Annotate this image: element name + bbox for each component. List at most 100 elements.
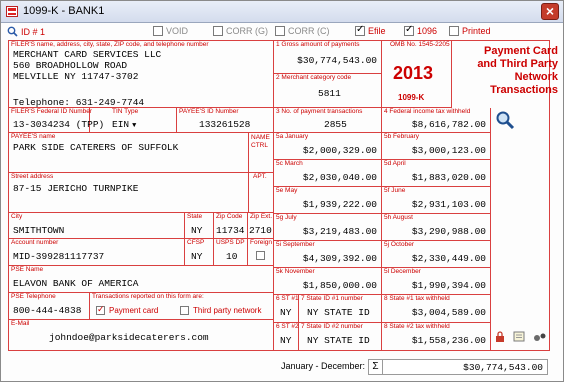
filer-caption: FILER'S name, address, city, state, ZIP …	[11, 41, 209, 48]
tin-type-select[interactable]: TIN Type EIN ▼	[90, 108, 177, 133]
month-field[interactable]: 5f June $2,931,103.00	[382, 187, 491, 214]
third-party-checkbox[interactable]	[180, 306, 189, 315]
apt-caption: APT.	[253, 173, 267, 180]
title-bar: 1099-K - BANK1 ×	[1, 1, 563, 23]
side-title-line4: Transactions	[490, 84, 558, 96]
chevron-down-icon[interactable]: ▼	[132, 122, 136, 130]
state-id-field[interactable]: 7 State ID #2 number NY STATE ID	[299, 323, 382, 351]
app-icon	[6, 6, 18, 17]
state-code-field[interactable]: 6 ST #1 NY	[274, 295, 299, 323]
city-field[interactable]: City SMITHTOWN	[9, 213, 185, 239]
filer-line2: 560 BROADHOLLOW ROAD	[13, 60, 128, 71]
search-icon[interactable]	[7, 26, 18, 37]
street-field[interactable]: Street address 87-15 JERICHO TURNPIKE	[9, 173, 249, 213]
efile-checkbox[interactable]	[355, 24, 365, 36]
month-field[interactable]: 5k November $1,850,000.00	[274, 268, 382, 295]
email-field[interactable]: E-Mail johndoe@parksidecaterers.com	[9, 320, 274, 351]
month-value: $3,219,483.00	[302, 226, 377, 237]
pse-name-field[interactable]: PSE Name ELAVON BANK OF AMERICA	[9, 266, 274, 293]
street-value: 87-15 JERICHO TURNPIKE	[13, 183, 139, 194]
merchant-category-field[interactable]: 2 Merchant category code 5811	[274, 74, 382, 108]
month-field[interactable]: 5i September $4,309,392.00	[274, 241, 382, 268]
foreign-checkbox[interactable]	[256, 251, 265, 260]
month-field[interactable]: 5h August $3,290,988.00	[382, 214, 491, 241]
cfsp-value: NY	[191, 251, 203, 262]
zip-field[interactable]: Zip Code 11734	[214, 213, 248, 239]
filer-block[interactable]: FILER'S name, address, city, state, ZIP …	[9, 41, 274, 108]
state-value: NY	[191, 225, 203, 236]
payment-transactions-field[interactable]: 3 No. of payment transactions 2855	[274, 108, 382, 133]
usps-dp-field[interactable]: USPS DP 10	[214, 239, 248, 266]
street-caption: Street address	[11, 173, 54, 180]
lock-icon[interactable]	[494, 331, 506, 343]
corr-g-toggle[interactable]: CORR (G)	[213, 26, 268, 36]
month-field[interactable]: 5b February $3,000,123.00	[382, 133, 491, 160]
cfsp-field[interactable]: CFSP NY	[185, 239, 214, 266]
state-id-field[interactable]: 7 State ID #1 number NY STATE ID	[299, 295, 382, 323]
payee-name-caption: PAYEE'S name	[11, 133, 56, 140]
federal-tax-withheld-field[interactable]: 4 Federal income tax withheld $8,616,782…	[382, 108, 491, 133]
printed-checkbox[interactable]	[449, 26, 459, 36]
account-caption: Account number	[11, 239, 59, 246]
printed-toggle[interactable]: Printed	[449, 26, 491, 36]
zip-ext-field[interactable]: Zip Ext. 2710	[248, 213, 274, 239]
payment-transactions-value: 2855	[324, 119, 347, 130]
third-party-option[interactable]: Third party network	[180, 306, 261, 315]
form1096-toggle[interactable]: 1096	[404, 24, 437, 36]
month-field[interactable]: 5d April $1,883,020.00	[382, 160, 491, 187]
form1096-checkbox[interactable]	[404, 24, 414, 36]
corr-g-checkbox[interactable]	[213, 26, 223, 36]
month-field[interactable]: 5e May $1,939,222.00	[274, 187, 382, 214]
void-checkbox[interactable]	[153, 26, 163, 36]
efile-toggle[interactable]: Efile	[355, 24, 386, 36]
note-icon[interactable]	[513, 331, 526, 343]
month-field[interactable]: 5g July $3,219,483.00	[274, 214, 382, 241]
state-code-value: NY	[280, 335, 292, 346]
tax-year: 2013	[393, 63, 434, 83]
corr-c-checkbox[interactable]	[275, 26, 285, 36]
footer-bar: January - December: Σ $30,774,543.00	[1, 353, 563, 381]
month-field[interactable]: 5c March $2,030,040.00	[274, 160, 382, 187]
payment-card-label: Payment card	[109, 306, 159, 315]
month-field[interactable]: 5j October $2,330,449.00	[382, 241, 491, 268]
payee-name-field[interactable]: PAYEE'S name PARK SIDE CATERERS OF SUFFO…	[9, 133, 249, 173]
month-value: $1,850,000.00	[302, 280, 377, 291]
tools-icon[interactable]	[533, 331, 547, 343]
foreign-field[interactable]: Foreign	[248, 239, 274, 266]
state-tax-withheld-field[interactable]: 8 State #1 tax withheld $3,004,589.00	[382, 295, 491, 323]
state-id-value: NY STATE ID	[307, 335, 370, 346]
month-value: $2,931,103.00	[411, 199, 486, 210]
state-field[interactable]: State NY	[185, 213, 214, 239]
void-toggle[interactable]: VOID	[153, 26, 188, 36]
payment-card-checkbox[interactable]	[96, 304, 105, 315]
state-code-caption: 6 ST #2	[276, 323, 299, 330]
state-tax-withheld-value: $1,558,236.00	[411, 335, 486, 346]
filer-tin-field[interactable]: FILER'S Federal ID Number 13-3034234 (TP…	[9, 108, 104, 133]
federal-tax-withheld-value: $8,616,782.00	[411, 119, 486, 130]
state-caption: State	[187, 213, 203, 220]
pse-phone-field[interactable]: PSE Telephone 800-444-4838	[9, 293, 90, 320]
state-tax-withheld-field[interactable]: 8 State #2 tax withheld $1,558,236.00	[382, 323, 491, 351]
month-field[interactable]: 5l December $1,990,394.00	[382, 268, 491, 295]
name-ctrl-field[interactable]: NAME CTRL	[249, 133, 274, 173]
total-label: January - December:	[281, 361, 366, 371]
gross-payments-field[interactable]: 1 Gross amount of payments $30,774,543.0…	[274, 41, 382, 74]
state-code-field[interactable]: 6 ST #2 NY	[274, 323, 299, 351]
apt-field[interactable]: APT.	[249, 173, 274, 213]
close-button[interactable]: ×	[541, 3, 559, 20]
corr-c-toggle[interactable]: CORR (C)	[275, 26, 330, 36]
month-value: $1,883,020.00	[411, 172, 486, 183]
state-tax-withheld-caption: 8 State #2 tax withheld	[384, 323, 450, 330]
state-code-value: NY	[280, 307, 292, 318]
month-caption: 5a January	[276, 133, 309, 140]
account-field[interactable]: Account number MID-399281117737	[9, 239, 185, 266]
month-value: $4,309,392.00	[302, 253, 377, 264]
toolbar: ID # 1 VOID CORR (G) CORR (C) Efile 1096…	[1, 23, 563, 40]
month-field[interactable]: 5a January $2,000,329.00	[274, 133, 382, 160]
payment-card-option[interactable]: Payment card	[96, 304, 159, 315]
month-caption: 5l December	[384, 268, 421, 275]
month-caption: 5b February	[384, 133, 420, 140]
payee-tin-field[interactable]: PAYEE'S ID Number 133261528	[177, 108, 274, 133]
magnifier-icon[interactable]	[495, 110, 515, 130]
state-id-caption: 7 State ID #1 number	[301, 295, 363, 302]
